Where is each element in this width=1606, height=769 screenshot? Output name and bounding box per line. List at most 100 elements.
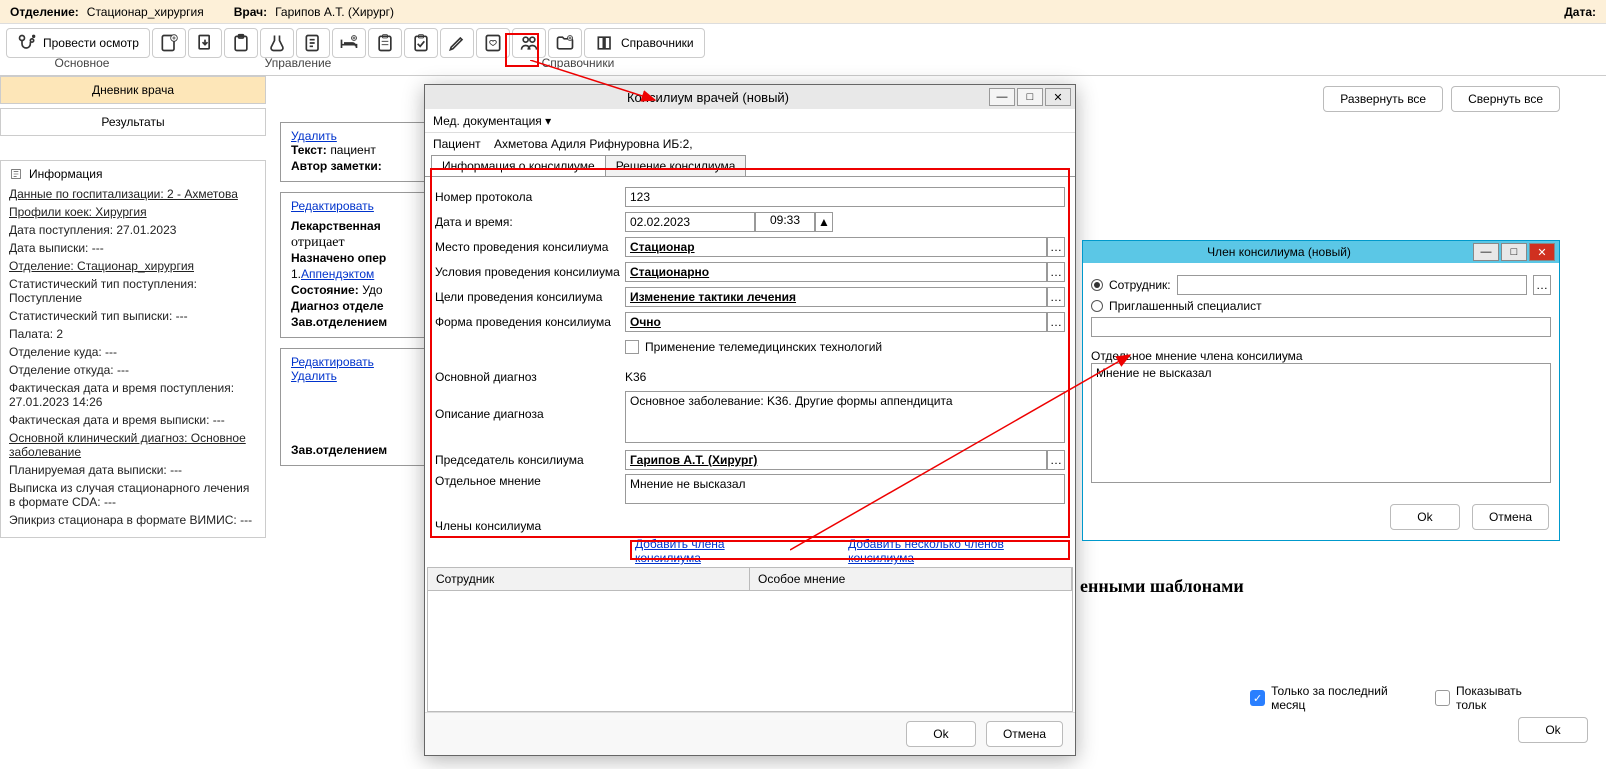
- add-many-members-link[interactable]: Добавить несколько членов консилиума: [848, 537, 1065, 565]
- tb-btn-1[interactable]: [152, 28, 186, 58]
- toolbar: Провести осмотр Справочники Основное Упр…: [0, 24, 1606, 76]
- tb-btn-9[interactable]: [440, 28, 474, 58]
- info-line[interactable]: Основной клинический диагноз: Основное з…: [9, 431, 257, 459]
- member-maximize[interactable]: □: [1501, 243, 1527, 261]
- info-line: Фактическая дата и время поступления: 27…: [9, 381, 257, 409]
- protocol-input[interactable]: 123: [625, 187, 1065, 207]
- member-opinion-input[interactable]: [1091, 363, 1551, 483]
- chairman-picker[interactable]: …: [1047, 450, 1065, 470]
- employee-picker[interactable]: …: [1533, 275, 1551, 295]
- tb-btn-6[interactable]: [332, 28, 366, 58]
- modal-ok-button[interactable]: Ok: [906, 721, 976, 747]
- dept-value: Стационар_хирургия: [87, 5, 204, 19]
- tb-btn-5[interactable]: [296, 28, 330, 58]
- info-line: Статистический тип выписки: ---: [9, 309, 257, 323]
- tb-btn-8[interactable]: [404, 28, 438, 58]
- tab-results[interactable]: Результаты: [0, 108, 266, 136]
- tb-btn-3[interactable]: [224, 28, 258, 58]
- member-minimize[interactable]: —: [1473, 243, 1499, 261]
- modal-titlebar: Консилиум врачей (новый) — □ ✕: [425, 85, 1075, 109]
- folder-plus-icon: [555, 33, 575, 53]
- radio-guest[interactable]: [1091, 300, 1103, 312]
- time-input[interactable]: 09:33: [755, 212, 815, 232]
- tb-btn-consilium[interactable]: [512, 28, 546, 58]
- main-diag-value: K36: [625, 370, 646, 384]
- tb-group-manage: Управление: [158, 56, 438, 70]
- med-doc-menu[interactable]: Мед. документация ▾: [433, 114, 551, 128]
- tab-diary[interactable]: Дневник врача: [0, 76, 266, 104]
- info-line[interactable]: Отделение: Стационар_хирургия: [9, 259, 257, 273]
- main-ok-button[interactable]: Ok: [1518, 717, 1588, 743]
- examine-button[interactable]: Провести осмотр: [6, 28, 150, 58]
- info-line: Фактическая дата и время выписки: ---: [9, 413, 257, 427]
- maximize-button[interactable]: □: [1017, 88, 1043, 106]
- doctor-label: Врач:: [234, 5, 267, 19]
- modal-cancel-button[interactable]: Отмена: [986, 721, 1063, 747]
- tb-btn-2[interactable]: [188, 28, 222, 58]
- team-icon: [519, 33, 539, 53]
- note-icon: [9, 167, 23, 181]
- employee-input[interactable]: [1177, 275, 1527, 295]
- tb-btn-4[interactable]: [260, 28, 294, 58]
- collapse-all-button[interactable]: Свернуть все: [1451, 86, 1560, 112]
- members-label: Члены консилиума: [425, 513, 1075, 535]
- tab-decision[interactable]: Решение консилиума: [605, 155, 747, 176]
- info-line[interactable]: Профили коек: Хирургия: [9, 205, 257, 219]
- member-cancel-button[interactable]: Отмена: [1472, 504, 1549, 530]
- delete-link-2[interactable]: Удалить: [291, 369, 337, 383]
- cond-picker[interactable]: …: [1047, 262, 1065, 282]
- delete-link[interactable]: Удалить: [291, 129, 337, 143]
- radio-employee[interactable]: [1091, 279, 1103, 291]
- opinion-input[interactable]: [625, 474, 1065, 504]
- form-plus-icon: [159, 33, 179, 53]
- modal-form: Номер протокола123 Дата и время: 02.02.2…: [425, 176, 1075, 513]
- edit-link-2[interactable]: Редактировать: [291, 355, 374, 369]
- goal-input[interactable]: Изменение тактики лечения: [625, 287, 1047, 307]
- place-picker[interactable]: …: [1047, 237, 1065, 257]
- info-line: Планируемая дата выписки: ---: [9, 463, 257, 477]
- member-titlebar: Член консилиума (новый) — □ ✕: [1083, 241, 1559, 263]
- info-line: Выписка из случая стационарного лечения …: [9, 481, 257, 509]
- templates-text: енными шаблонами: [1080, 576, 1244, 597]
- form-input[interactable]: Очно: [625, 312, 1047, 332]
- tb-group-main: Основное: [6, 56, 158, 70]
- date-label: Дата:: [1564, 5, 1596, 19]
- tb-group-ref: Справочники: [438, 56, 718, 70]
- time-spinner[interactable]: ▲: [815, 212, 833, 232]
- edit-link-1[interactable]: Редактировать: [291, 199, 374, 213]
- cond-input[interactable]: Стационарно: [625, 262, 1047, 282]
- chairman-input[interactable]: Гарипов А.Т. (Хирург): [625, 450, 1047, 470]
- place-input[interactable]: Стационар: [625, 237, 1047, 257]
- tab-info[interactable]: Информация о консилиуме: [431, 155, 606, 176]
- members-tbody[interactable]: [428, 591, 1072, 711]
- member-ok-button[interactable]: Ok: [1390, 504, 1460, 530]
- add-one-member-link[interactable]: Добавить члена консилиума: [635, 537, 788, 565]
- info-header: Информация: [29, 167, 102, 181]
- consilium-modal: Консилиум врачей (новый) — □ ✕ Мед. доку…: [424, 84, 1076, 756]
- goal-picker[interactable]: …: [1047, 287, 1065, 307]
- diag-description[interactable]: [625, 391, 1065, 443]
- telemedicine-checkbox[interactable]: [625, 340, 639, 354]
- info-line: Палата: 2: [9, 327, 257, 341]
- close-button[interactable]: ✕: [1045, 88, 1071, 106]
- tb-btn-12[interactable]: [548, 28, 582, 58]
- left-column: Дневник врача Результаты Информация Данн…: [0, 76, 266, 538]
- info-line[interactable]: Данные по госпитализации: 2 - Ахметова: [9, 187, 257, 201]
- member-title: Член консилиума (новый): [1087, 245, 1471, 259]
- op-link[interactable]: Аппендэктом: [301, 267, 374, 281]
- stethoscope-icon: [17, 33, 37, 53]
- form-picker[interactable]: …: [1047, 312, 1065, 332]
- date-input[interactable]: 02.02.2023: [625, 212, 755, 232]
- info-line: Дата выписки: ---: [9, 241, 257, 255]
- doc-export-icon: [195, 33, 215, 53]
- show-only-checkbox[interactable]: [1435, 690, 1450, 706]
- tb-btn-7[interactable]: [368, 28, 402, 58]
- reference-button[interactable]: Справочники: [584, 28, 705, 58]
- last-month-checkbox[interactable]: ✓: [1250, 690, 1265, 706]
- tb-btn-10[interactable]: [476, 28, 510, 58]
- clipboard-check-icon: [411, 33, 431, 53]
- minimize-button[interactable]: —: [989, 88, 1015, 106]
- member-close[interactable]: ✕: [1529, 243, 1555, 261]
- expand-all-button[interactable]: Развернуть все: [1323, 86, 1443, 112]
- guest-input[interactable]: [1091, 317, 1551, 337]
